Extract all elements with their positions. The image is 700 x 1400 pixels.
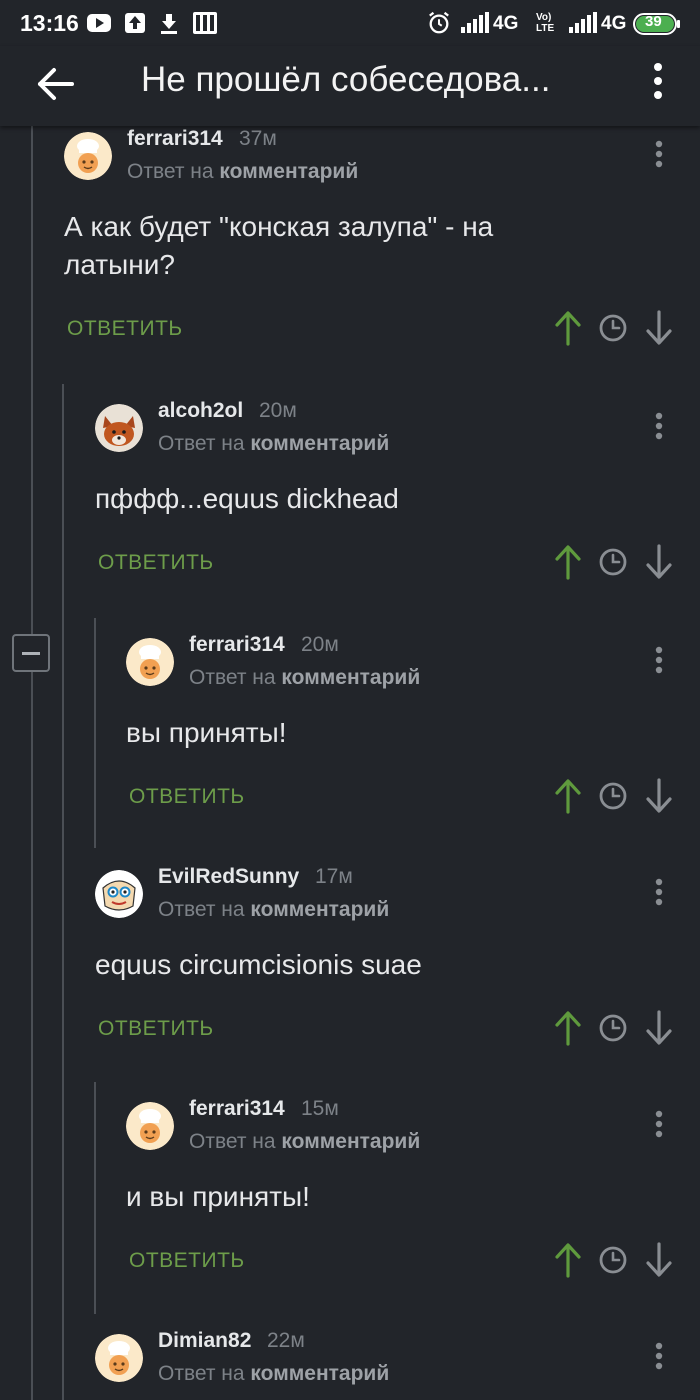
status-bar: 13:16 4G Vo) LTE 4G 39: [0, 0, 700, 46]
comment-timestamp: 20м: [301, 633, 339, 656]
comment-username[interactable]: ferrari314: [189, 633, 285, 657]
collapse-thread-button[interactable]: [12, 634, 50, 672]
save-for-later-clock-icon[interactable]: [595, 542, 631, 582]
reply-to-prefix: Ответ на: [127, 160, 220, 183]
signal-icon-1: [461, 12, 489, 33]
upvote-arrow-icon[interactable]: [550, 1240, 586, 1280]
chef-avatar[interactable]: [126, 638, 174, 686]
reply-to-line: Ответ на комментарий: [158, 432, 389, 456]
comment-body: А как будет "конская залупа" - на латыни?: [64, 208, 493, 284]
reply-to-prefix: Ответ на: [158, 432, 251, 455]
status-time: 13:16: [20, 10, 79, 36]
reply-to-line: Ответ на комментарий: [158, 1362, 389, 1386]
downvote-arrow-icon[interactable]: [641, 776, 677, 816]
comment-body: вы приняты!: [126, 714, 287, 752]
thread-line-level-2a: [94, 618, 96, 848]
reply-button[interactable]: ОТВЕТИТЬ: [67, 317, 183, 341]
comment-timestamp: 22м: [267, 1329, 305, 1352]
reply-button[interactable]: ОТВЕТИТЬ: [129, 785, 245, 809]
upvote-arrow-icon[interactable]: [550, 308, 586, 348]
comment-username[interactable]: ferrari314: [189, 1097, 285, 1121]
comment-timestamp: 15м: [301, 1097, 339, 1120]
youtube-icon: [87, 14, 111, 32]
reply-to-comment-link[interactable]: комментарий: [250, 1362, 389, 1385]
comment-body: equus circumcisionis suae: [95, 946, 422, 984]
comment-menu-icon[interactable]: [644, 134, 674, 174]
save-for-later-clock-icon[interactable]: [595, 776, 631, 816]
app-toolbar: Не прошёл собеседова...: [0, 46, 700, 126]
comment-body-line: вы приняты!: [126, 717, 287, 748]
reply-button[interactable]: ОТВЕТИТЬ: [98, 551, 214, 575]
reply-to-line: Ответ на комментарий: [158, 898, 389, 922]
reply-button[interactable]: ОТВЕТИТЬ: [129, 1249, 245, 1273]
reply-to-prefix: Ответ на: [189, 1130, 282, 1153]
thread-line-level-1: [62, 384, 64, 1400]
save-for-later-clock-icon[interactable]: [595, 308, 631, 348]
save-for-later-clock-icon[interactable]: [595, 1008, 631, 1048]
comment-menu-icon[interactable]: [644, 1104, 674, 1144]
reply-to-line: Ответ на комментарий: [189, 666, 420, 690]
comment-timestamp: 17м: [315, 865, 353, 888]
downvote-arrow-icon[interactable]: [641, 542, 677, 582]
comment-menu-icon[interactable]: [644, 406, 674, 446]
reply-to-comment-link[interactable]: комментарий: [219, 160, 358, 183]
downvote-arrow-icon[interactable]: [641, 1008, 677, 1048]
comment-timestamp: 37м: [239, 127, 277, 150]
network-type-1: 4G: [493, 13, 519, 34]
comment-body-line: латыни?: [64, 249, 175, 280]
thread-line-level-2b: [94, 1082, 96, 1314]
volte-label: Vo) LTE: [536, 12, 555, 34]
comment-menu-icon[interactable]: [644, 872, 674, 912]
app-notification-icon: [193, 12, 217, 34]
comment-menu-icon[interactable]: [644, 640, 674, 680]
comment-body-line: А как будет "конская залупа" - на: [64, 211, 494, 242]
comment-username[interactable]: Dimian82: [158, 1329, 251, 1353]
downvote-arrow-icon[interactable]: [641, 1240, 677, 1280]
upvote-arrow-icon[interactable]: [550, 776, 586, 816]
chef-avatar[interactable]: [64, 132, 112, 180]
reply-to-line: Ответ на комментарий: [127, 160, 358, 184]
comment-timestamp: 20м: [259, 399, 297, 422]
network-type-2: 4G: [601, 13, 627, 34]
page-title: Не прошёл собеседова...: [141, 60, 551, 99]
comment-username[interactable]: EvilRedSunny: [158, 865, 299, 889]
fox-avatar[interactable]: [95, 404, 143, 452]
reply-button[interactable]: ОТВЕТИТЬ: [98, 1017, 214, 1041]
thread-line-level-0: [31, 126, 33, 1400]
comment-menu-icon[interactable]: [644, 1336, 674, 1376]
battery-level: 39: [645, 13, 662, 30]
upvote-arrow-icon[interactable]: [550, 542, 586, 582]
download-icon: [161, 14, 177, 34]
alarm-icon: [429, 11, 449, 34]
reply-to-comment-link[interactable]: комментарий: [281, 666, 420, 689]
comment-body: пффф...equus dickhead: [95, 480, 399, 518]
chef-avatar[interactable]: [95, 1334, 143, 1382]
reply-to-prefix: Ответ на: [189, 666, 282, 689]
reply-to-prefix: Ответ на: [158, 898, 251, 921]
back-arrow-icon[interactable]: [34, 62, 78, 106]
upload-notification-icon: [125, 13, 145, 33]
reply-to-comment-link[interactable]: комментарий: [250, 432, 389, 455]
downvote-arrow-icon[interactable]: [641, 308, 677, 348]
reply-to-comment-link[interactable]: комментарий: [281, 1130, 420, 1153]
comment-body-line: пффф...equus dickhead: [95, 483, 399, 514]
reply-to-line: Ответ на комментарий: [189, 1130, 420, 1154]
save-for-later-clock-icon[interactable]: [595, 1240, 631, 1280]
upvote-arrow-icon[interactable]: [550, 1008, 586, 1048]
overflow-menu-icon[interactable]: [640, 56, 676, 106]
comment-body: и вы приняты!: [126, 1178, 310, 1216]
chef-avatar[interactable]: [126, 1102, 174, 1150]
comment-body-line: equus circumcisionis suae: [95, 949, 422, 980]
comment-body-line: и вы приняты!: [126, 1181, 310, 1212]
reply-to-comment-link[interactable]: комментарий: [250, 898, 389, 921]
cartoon-avatar[interactable]: [95, 870, 143, 918]
reply-to-prefix: Ответ на: [158, 1362, 251, 1385]
comment-username[interactable]: alcoh2ol: [158, 399, 243, 423]
signal-icon-2: [569, 12, 597, 33]
comment-username[interactable]: ferrari314: [127, 127, 223, 151]
